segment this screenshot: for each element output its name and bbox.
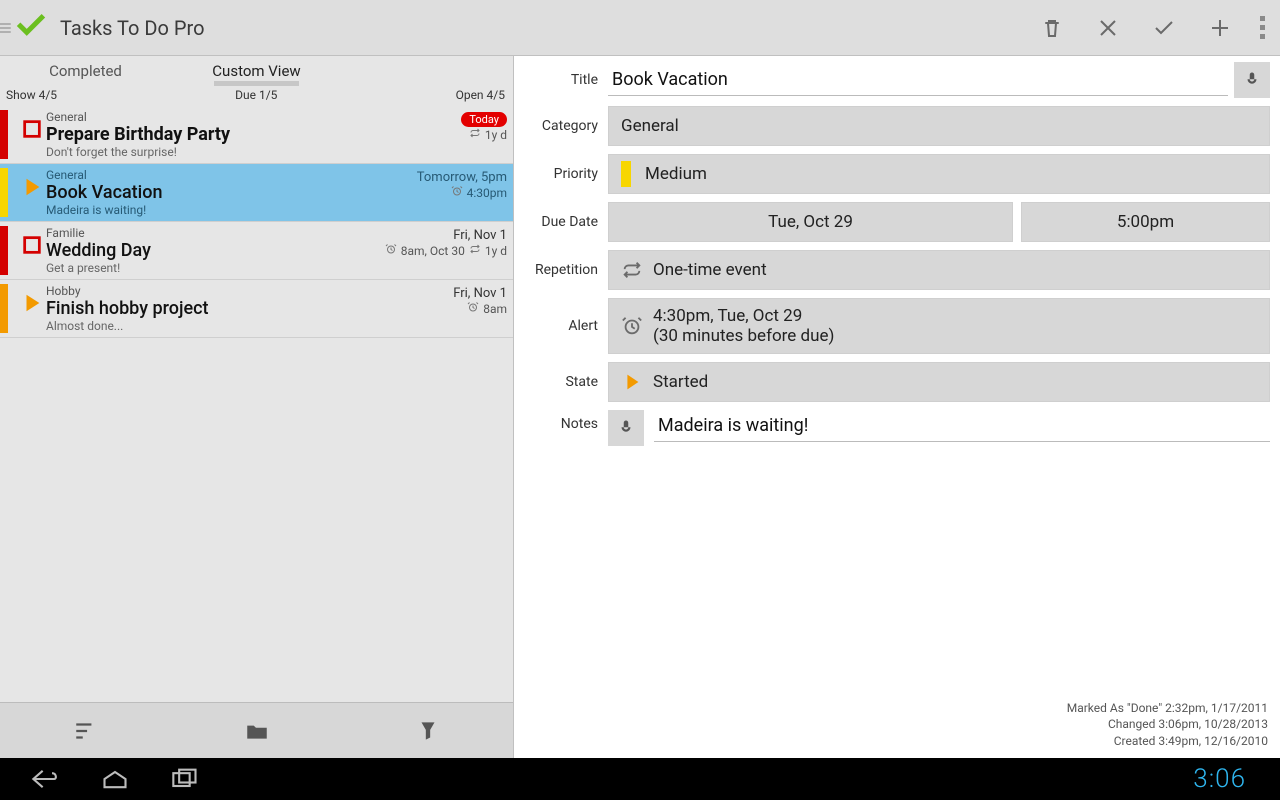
delete-button[interactable] — [1024, 0, 1080, 56]
tab-completed[interactable]: Completed — [0, 62, 171, 86]
task-row[interactable]: Hobby Finish hobby project Almost done..… — [0, 280, 513, 338]
repeat-icon — [469, 127, 481, 142]
task-category: Hobby — [46, 284, 357, 298]
play-icon — [621, 371, 643, 393]
tab-custom-view[interactable]: Custom View — [171, 62, 342, 86]
label-title: Title — [520, 72, 598, 88]
counter-open: Open 4/5 — [456, 88, 505, 106]
title-input[interactable] — [608, 64, 1228, 96]
action-bar: Tasks To Do Pro — [0, 0, 1280, 56]
due-date-field[interactable]: Tue, Oct 29 — [608, 202, 1013, 242]
task-note: Don't forget the surprise! — [46, 145, 357, 159]
status-clock: 3:06 — [1193, 764, 1246, 794]
add-button[interactable] — [1192, 0, 1248, 56]
task-meta-line2: 1y d — [357, 127, 507, 142]
task-note: Madeira is waiting! — [46, 203, 357, 217]
task-title: Book Vacation — [46, 182, 357, 203]
task-meta-line2: 8am, Oct 301y d — [357, 243, 507, 258]
app-icon[interactable] — [14, 9, 48, 47]
repeat-icon — [469, 243, 481, 258]
task-state-icon[interactable] — [18, 284, 46, 333]
label-due: Due Date — [520, 214, 598, 230]
system-nav-bar: 3:06 — [0, 758, 1280, 800]
alarm-icon — [385, 243, 397, 258]
priority-bar — [0, 168, 8, 217]
counter-show: Show 4/5 — [6, 88, 57, 106]
alarm-icon — [451, 185, 463, 200]
task-category: Familie — [46, 226, 357, 240]
footer-created: Created 3:49pm, 12/16/2010 — [522, 733, 1268, 750]
due-time-field[interactable]: 5:00pm — [1021, 202, 1270, 242]
home-button[interactable] — [80, 768, 150, 790]
repeat-icon — [621, 259, 643, 281]
recents-button[interactable] — [150, 768, 220, 790]
drawer-handle-icon[interactable] — [2, 23, 8, 33]
priority-field[interactable]: Medium — [608, 154, 1270, 194]
repetition-field[interactable]: One-time event — [608, 250, 1270, 290]
task-note: Get a present! — [46, 261, 357, 275]
label-repetition: Repetition — [520, 262, 598, 278]
alarm-icon — [621, 315, 643, 337]
priority-bar — [0, 226, 8, 275]
task-due: Today — [357, 112, 507, 127]
alarm-icon — [467, 301, 479, 316]
priority-bar — [0, 110, 8, 159]
footer-done: Marked As "Done" 2:32pm, 1/17/2011 — [522, 700, 1268, 717]
task-state-icon[interactable] — [18, 226, 46, 275]
notes-input[interactable] — [654, 410, 1270, 442]
label-priority: Priority — [520, 166, 598, 182]
task-due: Fri, Nov 1 — [357, 228, 507, 243]
folder-button[interactable] — [171, 703, 342, 758]
task-list: General Prepare Birthday Party Don't for… — [0, 106, 513, 338]
overflow-menu-button[interactable] — [1248, 16, 1276, 39]
alert-field[interactable]: 4:30pm, Tue, Oct 29(30 minutes before du… — [608, 298, 1270, 354]
counter-due: Due 1/5 — [235, 88, 277, 106]
task-row[interactable]: Familie Wedding Day Get a present! Fri, … — [0, 222, 513, 280]
task-list-pane: Completed Custom View Show 4/5 Due 1/5 O… — [0, 56, 514, 758]
label-notes: Notes — [520, 410, 598, 432]
task-meta-line2: 4:30pm — [357, 185, 507, 200]
task-title: Wedding Day — [46, 240, 357, 261]
task-title: Finish hobby project — [46, 298, 357, 319]
state-field[interactable]: Started — [608, 362, 1270, 402]
task-category: General — [46, 168, 357, 182]
confirm-button[interactable] — [1136, 0, 1192, 56]
detail-footer: Marked As "Done" 2:32pm, 1/17/2011 Chang… — [520, 696, 1270, 754]
app-title: Tasks To Do Pro — [60, 16, 205, 40]
task-row[interactable]: General Prepare Birthday Party Don't for… — [0, 106, 513, 164]
mic-button-notes[interactable] — [608, 410, 644, 446]
task-category: General — [46, 110, 357, 124]
filter-button[interactable] — [342, 703, 513, 758]
priority-bar — [0, 284, 8, 333]
label-alert: Alert — [520, 318, 598, 334]
task-title: Prepare Birthday Party — [46, 124, 357, 145]
task-state-icon[interactable] — [18, 110, 46, 159]
category-field[interactable]: General — [608, 106, 1270, 146]
sort-button[interactable] — [0, 703, 171, 758]
task-due: Fri, Nov 1 — [357, 286, 507, 301]
task-due: Tomorrow, 5pm — [357, 170, 507, 185]
task-detail-pane: Title Category General Priority Medium D… — [514, 56, 1280, 758]
label-category: Category — [520, 118, 598, 134]
priority-color-chip — [621, 161, 631, 187]
label-state: State — [520, 374, 598, 390]
cancel-button[interactable] — [1080, 0, 1136, 56]
back-button[interactable] — [10, 768, 80, 790]
task-note: Almost done... — [46, 319, 357, 333]
task-meta-line2: 8am — [357, 301, 507, 316]
task-row[interactable]: General Book Vacation Madeira is waiting… — [0, 164, 513, 222]
mic-button-title[interactable] — [1234, 62, 1270, 98]
footer-changed: Changed 3:06pm, 10/28/2013 — [522, 716, 1268, 733]
task-state-icon[interactable] — [18, 168, 46, 217]
